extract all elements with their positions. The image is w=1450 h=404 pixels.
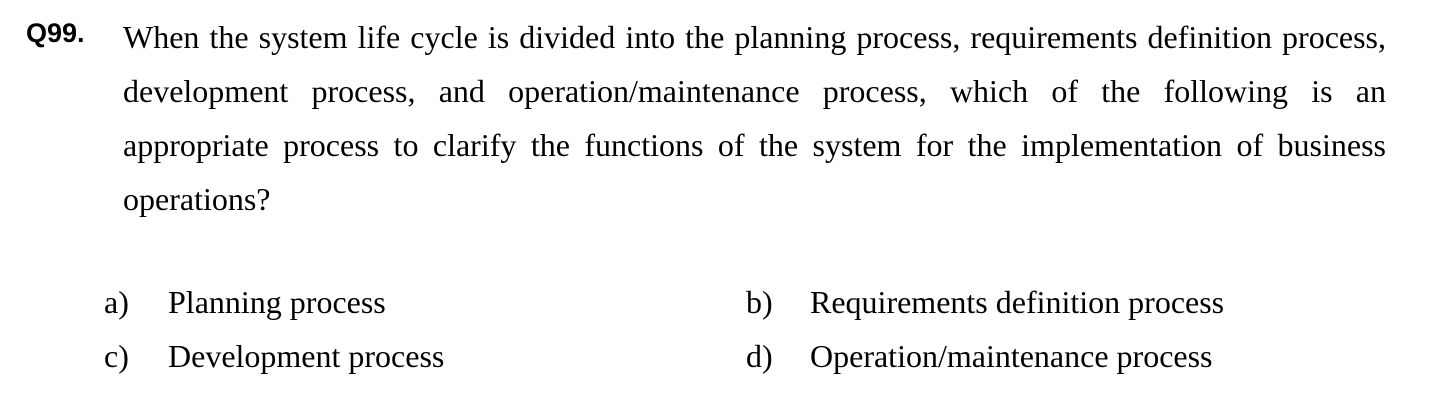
option-letter: a) [104,284,129,320]
option-text: Requirements definition process [810,284,1225,320]
option-letter: b) [746,284,773,320]
option-c: c) Development process [104,334,444,378]
option-text: Development process [168,338,445,374]
question-text: When the system life cycle is divided in… [123,19,1386,217]
option-letter: d) [746,338,773,374]
option-a: a) Planning process [104,280,386,324]
option-text: Operation/maintenance process [810,338,1213,374]
question-number: Q99. [26,18,85,48]
option-text: Planning process [168,284,386,320]
option-d: d) Operation/maintenance process [746,334,1213,378]
option-letter: c) [104,338,129,374]
option-b: b) Requirements definition process [746,280,1224,324]
